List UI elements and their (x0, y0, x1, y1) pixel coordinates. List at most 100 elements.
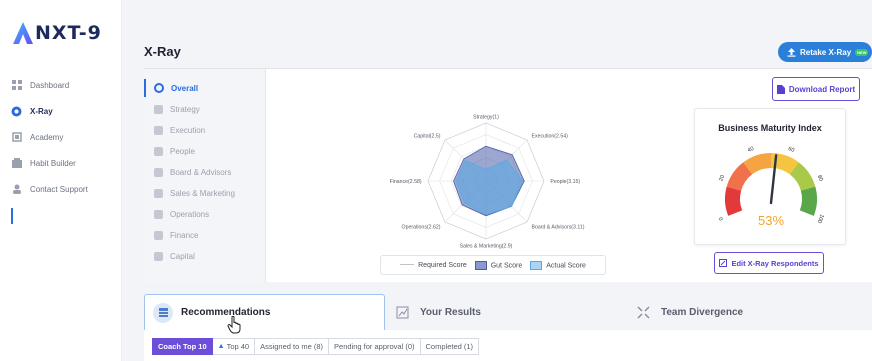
gauge-tick-label: 20 (718, 174, 726, 182)
category-overall[interactable]: Overall (154, 81, 198, 95)
main-content: X-Ray Retake X-Ray NEW Overall Strategy … (122, 0, 872, 361)
legend-gut-label: Gut Score (490, 261, 523, 269)
capital-icon (154, 251, 163, 261)
support-icon (11, 184, 22, 195)
logo-text: NXT-9 (35, 22, 102, 44)
filter-pending-approval[interactable]: Pending for approval (0) (329, 338, 421, 355)
sidebar-item-academy[interactable]: Academy (11, 129, 63, 145)
tab-your-results[interactable]: Your Results (392, 294, 612, 330)
tab-recommendations[interactable]: Recommendations (144, 294, 385, 330)
filter-bar: Coach Top 10 ▲ Top 40 Assigned to me (8) … (144, 330, 872, 361)
category-label: Board & Advisors (170, 167, 232, 177)
academy-icon (11, 132, 22, 143)
radar-axis-label: People(3.15) (550, 179, 580, 185)
category-label: Operations (170, 209, 210, 219)
legend-required: Required Score (400, 262, 467, 269)
category-active-indicator (144, 79, 146, 97)
sidebar-item-xray[interactable]: X-Ray (11, 103, 53, 119)
gauge-tick-label: 100 (816, 213, 825, 224)
category-people[interactable]: People (154, 144, 195, 158)
radar-axis-label: Execution(2.54) (532, 133, 569, 139)
people-icon (154, 146, 163, 156)
gauge-tick-label: 0 (718, 216, 725, 221)
category-strategy[interactable]: Strategy (154, 102, 200, 116)
finance-icon (154, 230, 163, 240)
radar-axis-label: Finance(2.58) (390, 179, 422, 185)
chip-label: Coach Top 10 (158, 342, 207, 351)
filter-assigned-to-me[interactable]: Assigned to me (8) (255, 338, 330, 355)
document-icon (776, 84, 785, 94)
category-label: People (170, 146, 195, 156)
gauge-segment (799, 186, 817, 216)
sales-icon (154, 188, 163, 198)
triangle-icon: ▲ (217, 343, 225, 350)
legend-actual: Actual Score (530, 260, 586, 270)
category-execution[interactable]: Execution (154, 123, 205, 137)
category-operations[interactable]: Operations (154, 207, 209, 221)
new-badge: NEW (855, 48, 869, 56)
sidebar-item-contact-support[interactable]: Contact Support (11, 181, 88, 197)
page-title: X-Ray (144, 44, 181, 59)
gauge-tick-label: 40 (747, 146, 755, 154)
recommendations-icon (153, 302, 173, 323)
sidebar-item-label: Contact Support (30, 184, 88, 194)
retake-label: Retake X-Ray (800, 47, 852, 57)
edit-respondents-button[interactable]: Edit X-Ray Respondents (714, 252, 824, 274)
chip-label: Pending for approval (0) (334, 342, 415, 351)
download-report-button[interactable]: Download Report (772, 77, 860, 101)
filter-coach-top-10[interactable]: Coach Top 10 (152, 338, 213, 355)
sidebar-item-habit-builder[interactable]: Habit Builder (11, 155, 76, 171)
results-icon (392, 302, 412, 322)
hand-cursor-icon (227, 316, 241, 334)
retake-xray-button[interactable]: Retake X-Ray NEW (778, 42, 872, 62)
chip-label: Completed (1) (425, 342, 474, 351)
radar-axis-label: Strategy(1) (473, 115, 499, 121)
legend-required-label: Required Score (418, 261, 467, 269)
gauge-tick-label: 60 (787, 146, 795, 154)
category-label: Capital (170, 251, 195, 261)
category-label: Strategy (170, 104, 200, 114)
sidebar-item-label: X-Ray (30, 106, 53, 116)
category-label: Execution (170, 125, 206, 135)
radar-axis-label: Operations(2.62) (402, 225, 441, 231)
radar-chart: Strategy(1) Execution(2.54) People(3.15) Bo… (390, 115, 585, 250)
divergence-icon (633, 302, 653, 322)
logo[interactable]: NXT-9 (12, 18, 102, 48)
tab-label: Your Results (420, 306, 481, 318)
operations-icon (154, 209, 163, 219)
download-label: Download Report (788, 84, 856, 94)
habit-icon (11, 158, 22, 169)
legend-actual-label: Actual Score (546, 261, 586, 269)
sidebar-scroll-marker (11, 208, 13, 224)
xray-icon (11, 106, 22, 117)
gauge-tick-label: 80 (816, 174, 824, 182)
chip-label: Assigned to me (8) (260, 342, 324, 351)
category-board-advisors[interactable]: Board & Advisors (154, 165, 231, 179)
radar-axis-label: Board & Advisors(3.11) (532, 225, 585, 231)
category-finance[interactable]: Finance (154, 228, 198, 242)
category-capital[interactable]: Capital (154, 249, 195, 263)
execution-icon (154, 125, 163, 135)
tab-team-divergence[interactable]: Team Divergence (633, 294, 853, 330)
business-maturity-card: Business Maturity Index 0 20 40 60 80 100 53% (694, 108, 846, 245)
board-icon (154, 167, 163, 177)
tab-label: Recommendations (181, 307, 271, 318)
maturity-gauge: 0 20 40 60 80 100 53% (718, 146, 825, 228)
filter-chips: Coach Top 10 ▲ Top 40 Assigned to me (8) … (152, 338, 480, 355)
edit-label: Edit X-Ray Respondents (731, 258, 819, 268)
category-label: Overall (171, 83, 199, 93)
edit-icon (719, 259, 728, 267)
strategy-icon (154, 104, 163, 114)
sidebar: NXT-9 Dashboard X-Ray Academy Habit Buil… (0, 0, 122, 361)
logo-icon (13, 22, 33, 44)
tab-label: Team Divergence (661, 306, 744, 318)
category-label: Sales & Marketing (170, 188, 235, 198)
results-tabs: Recommendations Your Results Team Diverg… (144, 294, 872, 330)
sidebar-item-label: Habit Builder (30, 158, 76, 168)
category-sales-marketing[interactable]: Sales & Marketing (154, 186, 235, 200)
bmi-title: Business Maturity Index (718, 123, 822, 133)
sidebar-item-label: Dashboard (30, 80, 70, 90)
sidebar-item-dashboard[interactable]: Dashboard (11, 77, 69, 93)
filter-top-40[interactable]: ▲ Top 40 (212, 338, 256, 355)
filter-completed[interactable]: Completed (1) (420, 338, 480, 355)
